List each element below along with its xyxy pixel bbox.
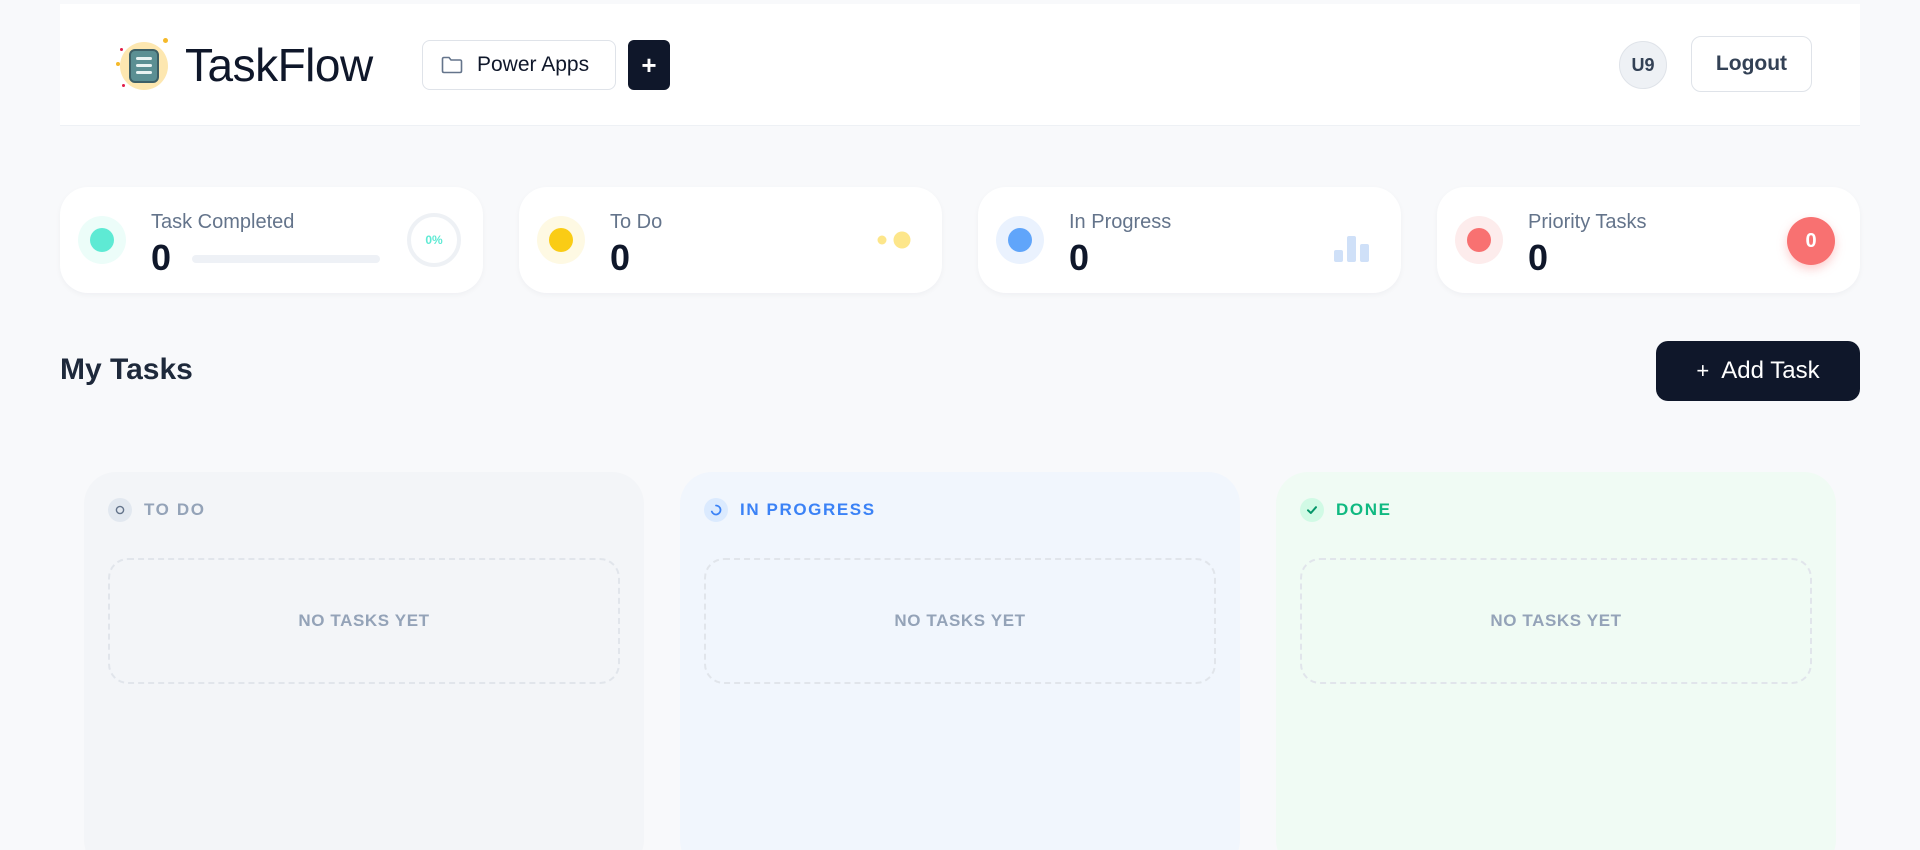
stat-card-priority: Priority Tasks 0 0 [1437,187,1860,293]
stat-label: To Do [610,211,663,233]
column-todo: TO DO NO TASKS YET [84,472,644,850]
column-title: IN PROGRESS [740,500,876,519]
completion-percent-ring: 0% [407,213,461,267]
empty-drop-zone[interactable]: NO TASKS YET [704,558,1216,684]
todo-status-icon [537,216,585,264]
empty-drop-zone[interactable]: NO TASKS YET [1300,558,1812,684]
completed-status-icon [78,216,126,264]
column-header: DONE [1300,498,1392,522]
column-in-progress: IN PROGRESS NO TASKS YET [680,472,1240,850]
stat-value: 0 [610,237,631,278]
plus-icon: + [1696,358,1710,383]
add-project-button[interactable]: + [628,40,670,90]
brand-name: TaskFlow [185,39,373,91]
add-task-label: Add Task [1721,357,1820,384]
stat-card-completed: Task Completed 0 0% [60,187,483,293]
stat-value: 0 [1069,237,1090,278]
logout-button[interactable]: Logout [1691,36,1812,92]
in-progress-status-icon [996,216,1044,264]
check-icon [1300,498,1324,522]
app-root: TaskFlow Power Apps + U9 Logout Task Com… [0,0,1920,850]
taskflow-logo-icon [114,36,174,96]
column-header: TO DO [108,498,206,522]
column-done: DONE NO TASKS YET [1276,472,1836,850]
spinner-icon [704,498,728,522]
folder-icon [441,56,463,74]
top-header: TaskFlow Power Apps + U9 Logout [60,4,1860,126]
column-title: TO DO [144,500,206,519]
stat-value: 0 [151,237,172,278]
stat-label: In Progress [1069,211,1172,233]
stat-card-todo: To Do 0 [519,187,942,293]
empty-drop-zone[interactable]: NO TASKS YET [108,558,620,684]
stat-label: Priority Tasks [1528,211,1647,233]
stat-value: 0 [1528,237,1549,278]
priority-count-badge: 0 [1787,217,1835,265]
completion-progress-bar [192,255,380,263]
dots-icon [877,231,911,249]
priority-status-icon [1455,216,1503,264]
section-title: My Tasks [60,353,193,386]
column-title: DONE [1336,500,1392,519]
user-avatar[interactable]: U9 [1619,41,1667,89]
stat-label: Task Completed [151,211,295,233]
add-task-button[interactable]: + Add Task [1656,341,1860,401]
project-selector-button[interactable]: Power Apps [422,40,616,90]
bar-chart-icon [1334,234,1370,262]
circle-icon [108,498,132,522]
stat-card-in-progress: In Progress 0 [978,187,1401,293]
project-name: Power Apps [477,53,590,76]
completion-percent: 0% [425,233,443,247]
column-header: IN PROGRESS [704,498,876,522]
